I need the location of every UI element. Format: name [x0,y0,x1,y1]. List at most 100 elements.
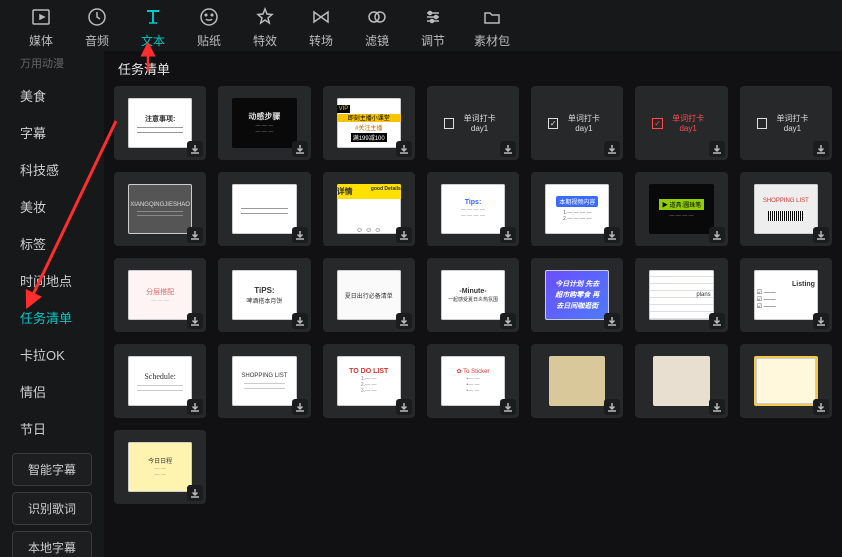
sidebar-item-food[interactable]: 美食 [0,77,104,114]
download-icon[interactable] [292,313,308,329]
download-icon[interactable] [813,399,829,415]
download-icon[interactable] [709,227,725,243]
template-card[interactable] [218,172,310,246]
template-card[interactable]: 今日日程— —— — [114,430,206,504]
template-card[interactable] [531,344,623,418]
template-card[interactable]: 单词打卡day1 [427,86,519,160]
topnav-label: 媒体 [29,32,53,49]
download-icon[interactable] [709,141,725,157]
download-icon[interactable] [292,141,308,157]
template-card[interactable]: 本期视频内容1.— — — —2.— — — — [531,172,623,246]
sidebar-button-local-sub[interactable]: 本地字幕 [12,531,92,557]
download-icon[interactable] [500,141,516,157]
download-icon[interactable] [187,313,203,329]
topnav-label: 素材包 [474,32,510,49]
bowtie-icon [310,6,332,28]
template-card[interactable]: ✓单词打卡day1 [635,86,727,160]
sidebar-item-beauty[interactable]: 美妆 [0,188,104,225]
sidebar-button-smart-sub[interactable]: 智能字幕 [12,453,92,486]
download-icon[interactable] [292,399,308,415]
sidebar-item-couple[interactable]: 情侣 [0,373,104,410]
download-icon[interactable] [813,141,829,157]
download-icon[interactable] [292,227,308,243]
topnav-label: 特效 [253,32,277,49]
template-card[interactable]: Listing☑ —— ☑ —— ☑ —— [740,258,832,332]
template-card[interactable]: Tips:— — — —— — — — [427,172,519,246]
template-card[interactable]: 今日计划 先去超市购零食 再去日间咖逛街 [531,258,623,332]
template-card[interactable]: SHOPPING LIST [740,172,832,246]
sidebar-item-tasklist[interactable]: 任务清单 [0,299,104,336]
download-icon[interactable] [187,485,203,501]
topnav-filter[interactable]: 滤镜 [362,6,392,49]
template-card[interactable]: 详情good Details☺ ☺ ☺ [323,172,415,246]
folder-icon [481,6,503,28]
sidebar: 万用动漫 美食字幕科技感美妆标签时间地点任务清单卡拉OK情侣节日 智能字幕识别歌… [0,51,104,557]
download-icon[interactable] [813,313,829,329]
download-icon[interactable] [709,313,725,329]
topnav-media[interactable]: 媒体 [26,6,56,49]
app-root: 媒体 音频文本 贴纸 特效 转场 滤镜调节素材包 万用动漫 美食字幕科技感美妆标签时间地点… [0,0,842,557]
template-card[interactable]: ▶ 道具:圆珠笔— — — — [635,172,727,246]
download-icon[interactable] [604,227,620,243]
template-card[interactable]: 动感步骤— — —— — — [218,86,310,160]
template-card[interactable]: XIANGQINGJIESHAO [114,172,206,246]
sidebar-item-subtitle[interactable]: 字幕 [0,114,104,151]
template-card[interactable]: plans [635,258,727,332]
template-card[interactable]: 单词打卡day1 [740,86,832,160]
template-card[interactable]: TO DO LIST1.— —2.— —3.— — [323,344,415,418]
template-card[interactable] [635,344,727,418]
sidebar-item-karaoke[interactable]: 卡拉OK [0,336,104,373]
download-icon[interactable] [396,399,412,415]
download-icon[interactable] [604,141,620,157]
template-card[interactable]: Schedule: [114,344,206,418]
download-icon[interactable] [396,141,412,157]
download-icon[interactable] [500,313,516,329]
download-icon[interactable] [604,399,620,415]
template-card[interactable]: SHOPPING LIST [218,344,310,418]
sidebar-item-tech[interactable]: 科技感 [0,151,104,188]
topnav-label: 文本 [141,32,165,49]
download-icon[interactable] [500,227,516,243]
topnav-label: 贴纸 [197,32,221,49]
template-card[interactable]: ✓单词打卡day1 [531,86,623,160]
topnav-adjust[interactable]: 调节 [418,6,448,49]
download-icon[interactable] [813,227,829,243]
template-card[interactable]: 夏日出行必备清单 [323,258,415,332]
topnav-sticker[interactable]: 贴纸 [194,6,224,49]
topnav-transition[interactable]: 转场 [306,6,336,49]
top-toolbar: 媒体 音频文本 贴纸 特效 转场 滤镜调节素材包 [0,0,842,51]
template-card[interactable]: TiPS:啤酒搭本月饼 [218,258,310,332]
download-icon[interactable] [396,313,412,329]
download-icon[interactable] [187,399,203,415]
download-icon[interactable] [396,227,412,243]
download-icon[interactable] [500,399,516,415]
sidebar-button-lyrics[interactable]: 识别歌词 [12,492,92,525]
download-icon[interactable] [604,313,620,329]
template-card[interactable]: VIP即刻主播小课堂#关注主播满199减100 [323,86,415,160]
sidebar-item-festival[interactable]: 节日 [0,410,104,447]
sidebar-item-truncated[interactable]: 万用动漫 [0,55,104,77]
sidebar-item-timeplace[interactable]: 时间地点 [0,262,104,299]
star-icon [254,6,276,28]
section-title: 任务清单 [118,59,832,78]
topnav-effect[interactable]: 特效 [250,6,280,49]
download-icon[interactable] [709,399,725,415]
template-card[interactable]: 分层搭配— — — [114,258,206,332]
sidebar-item-tag[interactable]: 标签 [0,225,104,262]
template-card[interactable] [740,344,832,418]
download-icon[interactable] [187,227,203,243]
play-icon [30,6,52,28]
template-card[interactable]: ✿ To Sticker•— —•— —•— — [427,344,519,418]
topnav-label: 转场 [309,32,333,49]
smile-icon [198,6,220,28]
topnav-text[interactable]: 文本 [138,6,168,49]
download-icon[interactable] [187,141,203,157]
sliders-icon [422,6,444,28]
circles-icon [366,6,388,28]
topnav-audio[interactable]: 音频 [82,6,112,49]
template-card[interactable]: 注意事项: [114,86,206,160]
clock-icon [86,6,108,28]
main-panel: 任务清单 注意事项:动感步骤— — —— — —VIP即刻主播小课堂#关注主播满… [104,51,842,557]
topnav-pack[interactable]: 素材包 [474,6,510,49]
template-card[interactable]: -Minute-一起感受夏日炎热氛围 [427,258,519,332]
